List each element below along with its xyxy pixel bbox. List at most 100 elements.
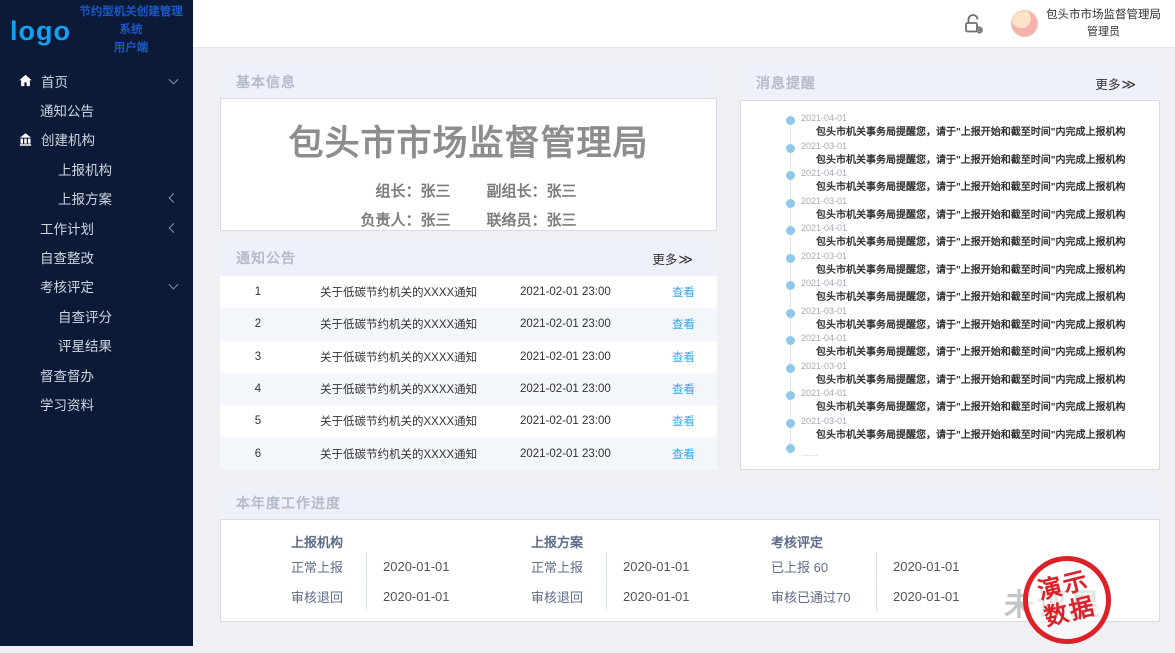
timeline-message: 包头市机关事务局提醒您，请于"上报开始和截至时间"内完成上报机构 [816,236,1159,249]
timeline-message: 包头市机关事务局提醒您，请于"上报开始和截至时间"内完成上报机构 [816,374,1159,387]
org-field-deputy: 副组长：张三 [487,180,577,201]
notice-more-link[interactable]: 更多≫ [652,249,693,268]
sidebar-menu-item[interactable]: 督查督办 [0,360,193,389]
sidebar-menu-item[interactable]: 创建机构 [0,125,193,154]
progress-label: 审核已通过70 [771,587,876,606]
timeline-dot-icon [786,144,795,153]
notice-view-link[interactable]: 查看 [650,413,717,429]
notice-header: 通知公告 更多≫ [220,240,717,276]
org-field-liaison: 联络员：张三 [487,209,577,230]
progress-col-report-plan: 上报方案 正常上报 2020-01-01 审核退回 2020-01-01 [531,520,690,611]
basic-info-title: 基本信息 [236,72,296,92]
notice-view-link[interactable]: 查看 [650,349,717,365]
timeline-item: 2021-03-01 包头市机关事务局提醒您，请于"上报开始和截至时间"内完成上… [786,306,1159,334]
menu-item-label: 考核评定 [40,276,94,296]
notice-view-link[interactable]: 查看 [650,381,717,397]
timeline-date: 2021-03-01 [801,141,1159,152]
notice-row-title: 关于低碳节约机关的XXXX通知 [296,381,520,397]
timeline-item: 2021-04-01 包头市机关事务局提醒您，请于"上报开始和截至时间"内完成上… [786,113,1159,141]
notice-time: 2021-02-01 23:00 [520,286,650,298]
password-settings-button[interactable] [959,9,989,39]
notice-number: 6 [220,448,296,460]
progress-row: 审核退回 2020-01-01 [291,582,450,611]
notice-panel: 通知公告 更多≫ 1 关于低碳节约机关的XXXX通知 2021-02-01 23… [220,240,717,470]
timeline-message: 包头市机关事务局提醒您，请于"上报开始和截至时间"内完成上报机构 [816,429,1159,442]
notice-row-title: 关于低碳节约机关的XXXX通知 [296,413,520,429]
timeline-date: 2021-04-01 [801,278,1159,289]
sidebar-menu-item[interactable]: 首页 [0,66,193,95]
timeline-date: 2021-03-01 [801,361,1159,372]
progress-col-title: 上报机构 [291,532,450,551]
demo-data-stamp: 演示 数据 [1014,547,1121,653]
sidebar-menu-item[interactable]: 考核评定 [0,272,193,301]
chevron-icon [169,193,179,203]
notice-number: 1 [220,286,296,298]
progress-value: 2020-01-01 [366,552,450,581]
notice-row: 2 关于低碳节约机关的XXXX通知 2021-02-01 23:00 查看 [220,308,717,340]
notice-time: 2021-02-01 23:00 [520,318,650,330]
timeline-dot-icon [786,171,795,180]
sidebar-menu-item[interactable]: 学习资料 [0,389,193,418]
notice-time: 2021-02-01 23:00 [520,415,650,427]
timeline-dot-icon [786,444,795,453]
message-timeline: 2021-04-01 包头市机关事务局提醒您，请于"上报开始和截至时间"内完成上… [786,101,1159,463]
menu-item-label: 首页 [41,71,68,91]
sidebar-menu-item[interactable]: 工作计划 [0,213,193,242]
timeline-message: 包头市机关事务局提醒您，请于"上报开始和截至时间"内完成上报机构 [816,181,1159,194]
timeline-item: 2021-04-01 包头市机关事务局提醒您，请于"上报开始和截至时间"内完成上… [786,333,1159,361]
timeline-item: 2021-03-01 包头市机关事务局提醒您，请于"上报开始和截至时间"内完成上… [786,141,1159,169]
home-icon [18,73,33,88]
notice-time: 2021-02-01 23:00 [520,383,650,395]
logo: logo [10,16,71,47]
basic-info-panel: 基本信息 包头市市场监督管理局 组长：张三 副组长：张三 负责人：张三 联络员：… [220,66,717,231]
progress-row: 正常上报 2020-01-01 [291,552,450,581]
logo-row: logo 节约型机关创建管理系统 用户端 [0,0,193,58]
timeline-date: 2021-03-01 [801,416,1159,427]
lock-gear-icon [961,11,987,37]
progress-value: 2020-01-01 [366,582,450,611]
basic-info-header: 基本信息 [220,66,717,98]
timeline-item: 2021-04-01 包头市机关事务局提醒您，请于"上报开始和截至时间"内完成上… [786,223,1159,251]
sidebar-menu-item[interactable]: 通知公告 [0,95,193,124]
progress-header: 本年度工作进度 [220,487,1160,519]
sidebar-menu-item[interactable]: 上报机构 [0,154,193,183]
progress-value: 2020-01-01 [606,552,690,581]
sidebar-menu-item[interactable]: 上报方案 [0,184,193,213]
sidebar-menu-item[interactable]: 自查评分 [0,301,193,330]
notice-view-link[interactable]: 查看 [650,316,717,332]
timeline-dot-icon [786,364,795,373]
notice-number: 5 [220,415,296,427]
sidebar-menu-item[interactable]: 自查整改 [0,242,193,271]
timeline-date: 2021-04-01 [801,333,1159,344]
notice-row-title: 关于低碳节约机关的XXXX通知 [296,316,520,332]
progress-value: 2020-01-01 [876,582,960,611]
timeline-item: 2021-04-01 包头市机关事务局提醒您，请于"上报开始和截至时间"内完成上… [786,168,1159,196]
notice-row-title: 关于低碳节约机关的XXXX通知 [296,349,520,365]
progress-label: 已上报 60 [771,557,876,576]
notice-row: 4 关于低碳节约机关的XXXX通知 2021-02-01 23:00 查看 [220,373,717,405]
notice-view-link[interactable]: 查看 [650,284,717,300]
progress-label: 正常上报 [531,557,606,576]
menu-item-label: 评星结果 [58,335,112,355]
timeline-message: 包头市机关事务局提醒您，请于"上报开始和截至时间"内完成上报机构 [816,319,1159,332]
progress-row: 审核已通过70 2020-01-01 [771,582,960,611]
timeline-date: 2021-04-01 [801,168,1159,179]
notice-time: 2021-02-01 23:00 [520,351,650,363]
message-body: 2021-04-01 包头市机关事务局提醒您，请于"上报开始和截至时间"内完成上… [740,100,1160,470]
user-avatar[interactable] [1011,10,1038,37]
sidebar-menu-item[interactable]: 评星结果 [0,331,193,360]
message-title: 消息提醒 [756,73,816,93]
menu-item-label: 工作计划 [40,218,94,238]
menu-item-label: 上报机构 [58,159,112,179]
menu-item-label: 创建机构 [41,129,95,149]
message-more-link[interactable]: 更多≫ [1095,74,1136,93]
notice-row-title: 关于低碳节约机关的XXXX通知 [296,446,520,462]
timeline-date: 2021-03-01 [801,196,1159,207]
timeline-date: 2021-03-01 [801,251,1159,262]
timeline-dot-icon [786,419,795,428]
timeline-dot-icon [786,226,795,235]
system-title: 节约型机关创建管理系统 用户端 [75,4,187,57]
notice-view-link[interactable]: 查看 [650,446,717,462]
timeline-dot-icon [786,391,795,400]
timeline-end: ...... [786,443,1159,463]
